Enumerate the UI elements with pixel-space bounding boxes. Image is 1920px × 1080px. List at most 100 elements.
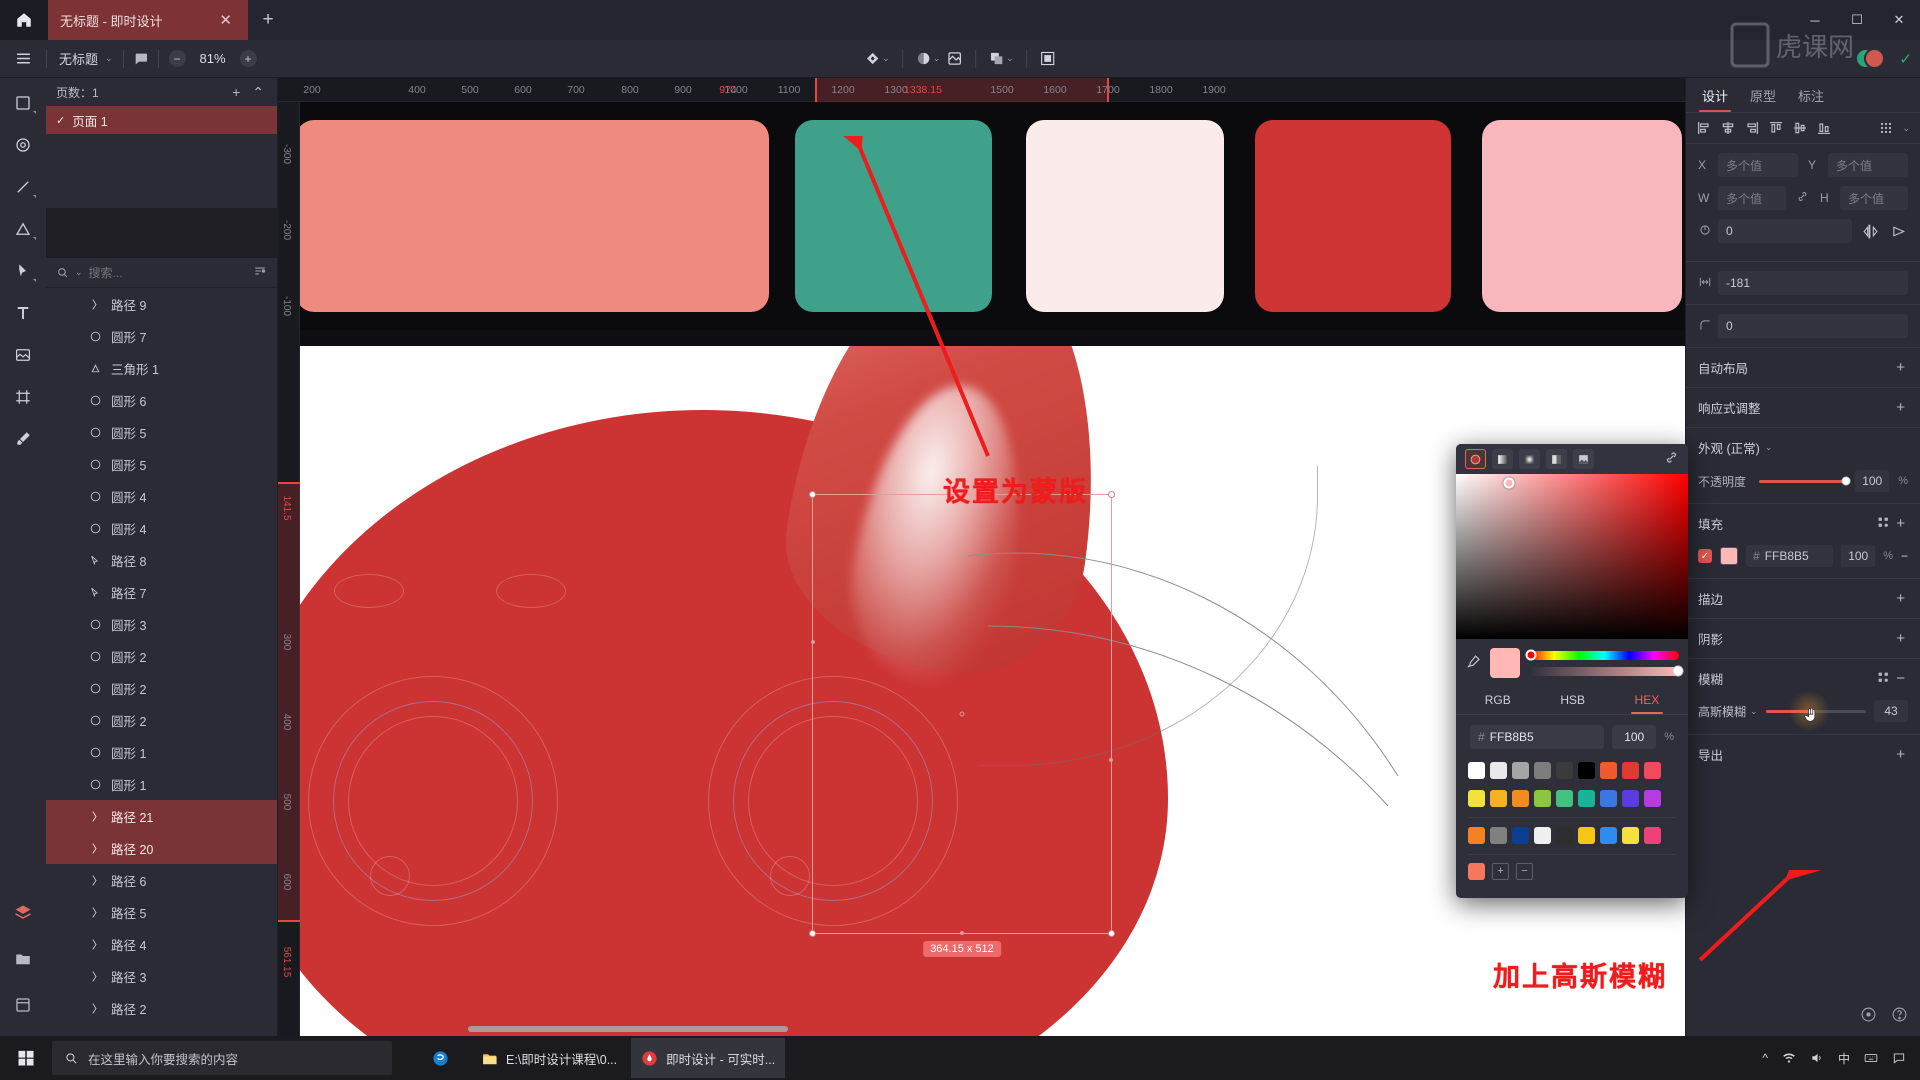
corner-radius-input[interactable]: 0 bbox=[1718, 314, 1908, 338]
link-color-style-button[interactable] bbox=[1664, 450, 1679, 468]
chevron-down-icon[interactable]: ⌄ bbox=[882, 53, 890, 64]
align-center-v-icon[interactable] bbox=[1792, 120, 1808, 136]
palette-swatch[interactable] bbox=[1578, 790, 1595, 807]
blur-slider[interactable] bbox=[1765, 690, 1866, 732]
color-swatch-rect[interactable] bbox=[1026, 120, 1224, 312]
palette-swatch[interactable] bbox=[1622, 827, 1639, 844]
file-explorer-task[interactable]: E:\即时设计课程\0... bbox=[471, 1038, 627, 1078]
color-swatch-rect[interactable] bbox=[1482, 120, 1682, 312]
w-input[interactable]: 多个值 bbox=[1718, 186, 1786, 210]
layer-item[interactable]: 圆形 2 bbox=[46, 672, 277, 704]
palette-row-3[interactable] bbox=[1456, 822, 1688, 850]
remove-fill-button[interactable]: − bbox=[1901, 549, 1908, 563]
boolean-tool-button[interactable]: ⌄ bbox=[986, 50, 1016, 67]
blur-settings-icon[interactable] bbox=[1874, 671, 1893, 687]
add-fill-button[interactable]: + bbox=[1893, 516, 1908, 531]
opacity-knob[interactable] bbox=[1841, 476, 1851, 486]
flip-vertical-icon[interactable] bbox=[1891, 223, 1908, 240]
menu-button[interactable] bbox=[0, 40, 46, 78]
chevron-down-icon[interactable]: ⌄ bbox=[75, 267, 83, 278]
palette-row-1[interactable] bbox=[1456, 757, 1688, 785]
add-responsive-button[interactable]: + bbox=[1893, 400, 1908, 415]
filter-icon[interactable] bbox=[253, 264, 267, 281]
new-tab-button[interactable]: + bbox=[248, 0, 288, 40]
window-close-button[interactable]: ✕ bbox=[1878, 0, 1920, 40]
palette-swatch[interactable] bbox=[1534, 762, 1551, 779]
jishi-design-task[interactable]: 即时设计 - 可实时... bbox=[631, 1038, 786, 1078]
layers-list[interactable]: 路径 9 圆形 7 三角形 1 圆形 6 圆形 5 圆形 5 圆形 4 圆形 4 路径 8 路径 … bbox=[46, 288, 278, 1036]
layer-item[interactable]: 路径 7 bbox=[46, 576, 277, 608]
brush-tool[interactable] bbox=[8, 426, 38, 452]
layer-item[interactable]: 路径 3 bbox=[46, 960, 277, 992]
blur-value-input[interactable]: 43 bbox=[1874, 700, 1908, 722]
layer-item[interactable]: 圆形 6 bbox=[46, 384, 277, 416]
palette-swatch[interactable] bbox=[1644, 827, 1661, 844]
palette-swatch[interactable] bbox=[1556, 827, 1573, 844]
align-bottom-icon[interactable] bbox=[1816, 120, 1832, 136]
assets-button[interactable] bbox=[8, 946, 38, 972]
flip-horizontal-icon[interactable] bbox=[1862, 223, 1879, 240]
layer-item[interactable]: 圆形 4 bbox=[46, 512, 277, 544]
palette-swatch[interactable] bbox=[1622, 790, 1639, 807]
hue-slider[interactable] bbox=[1525, 649, 1679, 661]
taskbar-search[interactable]: 在这里输入你要搜索的内容 bbox=[52, 1041, 392, 1075]
angular-gradient-tab[interactable] bbox=[1546, 449, 1567, 469]
alpha-knob[interactable] bbox=[1672, 665, 1683, 677]
rotation-input[interactable]: 0 bbox=[1718, 219, 1852, 243]
fill-opacity-input[interactable]: 100 bbox=[1841, 545, 1876, 567]
align-left-icon[interactable] bbox=[1696, 120, 1712, 136]
color-swatch-rect[interactable] bbox=[296, 120, 769, 312]
add-auto-layout-button[interactable]: + bbox=[1893, 360, 1908, 375]
palette-swatch[interactable] bbox=[1468, 790, 1485, 807]
frame-tool-rail[interactable] bbox=[8, 384, 38, 410]
alpha-slider[interactable] bbox=[1529, 665, 1683, 677]
picker-opacity-input[interactable]: 100 bbox=[1612, 725, 1657, 749]
distribute-icon[interactable] bbox=[1878, 120, 1894, 136]
home-button[interactable] bbox=[0, 0, 48, 40]
fill-settings-icon[interactable] bbox=[1874, 516, 1893, 532]
layer-item[interactable]: 路径 20 bbox=[46, 832, 277, 864]
chevron-down-icon[interactable]: ⌄ bbox=[1902, 123, 1910, 134]
align-top-icon[interactable] bbox=[1768, 120, 1784, 136]
search-input[interactable] bbox=[88, 265, 247, 280]
chevron-down-icon[interactable]: ⌄ bbox=[1765, 442, 1773, 453]
pen-tool[interactable] bbox=[8, 258, 38, 284]
palette-swatch[interactable] bbox=[1490, 790, 1507, 807]
layer-item[interactable]: 路径 6 bbox=[46, 864, 277, 896]
aspect-lock-button[interactable] bbox=[1796, 190, 1810, 206]
layer-item[interactable]: 圆形 5 bbox=[46, 448, 277, 480]
polygon-tool[interactable] bbox=[8, 216, 38, 242]
sogou-input-task[interactable] bbox=[422, 1038, 467, 1078]
h-input[interactable]: 多个值 bbox=[1840, 186, 1908, 210]
radial-gradient-tab[interactable] bbox=[1519, 449, 1540, 469]
tab-annotate[interactable]: 标注 bbox=[1798, 86, 1824, 112]
mask-tool-button[interactable]: ⌄ bbox=[913, 50, 943, 67]
current-palette-chip[interactable] bbox=[1468, 863, 1485, 880]
network-icon[interactable] bbox=[1782, 1051, 1796, 1065]
image-fill-tab[interactable] bbox=[1573, 449, 1594, 469]
image-tool[interactable] bbox=[8, 342, 38, 368]
layer-item[interactable]: 圆形 2 bbox=[46, 704, 277, 736]
color-swatch-rect[interactable] bbox=[1255, 120, 1451, 312]
add-export-button[interactable]: + bbox=[1893, 747, 1908, 762]
palette-swatch[interactable] bbox=[1468, 762, 1485, 779]
saturation-value-field[interactable] bbox=[1456, 474, 1688, 639]
minimize-button[interactable]: ─ bbox=[1794, 0, 1836, 40]
layer-item[interactable]: 三角形 1 bbox=[46, 352, 277, 384]
remove-blur-button[interactable]: − bbox=[1893, 671, 1908, 686]
layer-item[interactable]: 路径 5 bbox=[46, 896, 277, 928]
palette-swatch[interactable] bbox=[1578, 762, 1595, 779]
palette-swatch[interactable] bbox=[1556, 790, 1573, 807]
layer-item[interactable]: 圆形 3 bbox=[46, 608, 277, 640]
layer-item[interactable]: 圆形 1 bbox=[46, 768, 277, 800]
palette-swatch[interactable] bbox=[1644, 762, 1661, 779]
maximize-button[interactable]: ☐ bbox=[1836, 0, 1878, 40]
layer-item[interactable]: 圆形 2 bbox=[46, 640, 277, 672]
horizontal-ruler[interactable]: 200 400 500 600 700 800 900 974 1000 1100 1200 1300… bbox=[278, 78, 1685, 102]
layers-library-button[interactable] bbox=[8, 900, 38, 926]
blur-type-dropdown[interactable]: 高斯模糊 ⌄ bbox=[1698, 703, 1758, 720]
frame-tool-button[interactable] bbox=[1037, 50, 1058, 67]
collapse-pages-button[interactable]: ⌃ bbox=[249, 84, 267, 101]
layer-item[interactable]: 圆形 7 bbox=[46, 320, 277, 352]
layer-item[interactable]: 路径 21 bbox=[46, 800, 277, 832]
